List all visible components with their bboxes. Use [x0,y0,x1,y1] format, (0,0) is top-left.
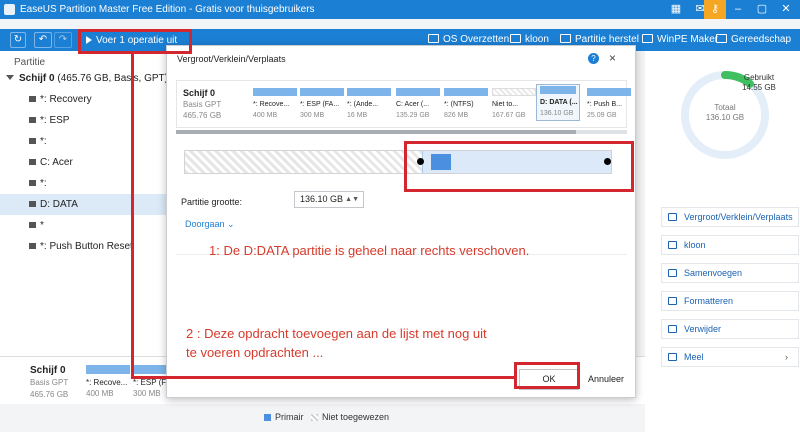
annotation-box-ok [514,362,580,389]
partition-icon [29,159,36,165]
partition-icon [29,180,36,186]
undo-button[interactable]: ↶ [34,32,52,48]
dialog-disk-info: Schijf 0 Basis GPT 465.76 GB [183,88,222,120]
resize-icon [668,213,677,221]
winpe-icon [642,34,653,43]
advanced-link[interactable]: Doorgaan ⌄ [185,219,235,230]
partition-icon [29,96,36,102]
partition-item[interactable]: *: Push Button Reset [0,236,166,257]
disk-info: Schijf 0 Basis GPT 465.76 GB [30,365,69,399]
tools-icon [716,34,727,43]
dialog-partition-unallocated[interactable]: Niet to... 167.67 GB [492,88,536,121]
delete-action[interactable]: Verwijder [661,319,799,339]
partition-size-input[interactable]: 136.10 GB ▲▼ [294,191,364,208]
partition-icon [29,138,36,144]
clone-action[interactable]: kloon [661,235,799,255]
tools-menu[interactable]: Gereedschap [716,33,791,47]
dialog-partition[interactable]: *: (NTFS) 826 MB [444,88,488,121]
annotation-note-1: 1: De D:DATA partitie is geheel naar rec… [209,243,530,258]
used-label: Gebruikt 14.55 GB [742,73,776,92]
partition-list-panel: Partitie Schijf 0 (465.76 GB, Basis, GPT… [0,51,168,361]
dialog-partition[interactable]: C: Acer (... 135.29 GB [396,88,440,121]
unallocated-bar [492,88,536,96]
partition-bar [587,88,631,96]
close-button[interactable]: ✕ [774,0,798,19]
refresh-button[interactable]: ↻ [10,32,26,48]
app-logo-icon [4,4,15,15]
dialog-partition[interactable]: *: ESP (FA... 300 MB [300,88,344,121]
partition-icon [29,243,36,249]
annotation-note-2-line2: te voeren opdrachten ... [186,345,324,360]
collapse-icon [6,75,14,80]
clone-icon [668,241,677,249]
partition-bar [347,88,391,96]
partition-bar [396,88,440,96]
partition-column-header: Partitie [14,57,46,68]
annotation-box-ops [78,29,192,54]
os-migrate-icon [428,34,439,43]
partition-item[interactable]: *: [0,173,166,194]
resize-move-action[interactable]: Vergroot/Verklein/Verplaats [661,207,799,227]
maximize-button[interactable]: ▢ [750,0,774,19]
annotation-connector [131,376,516,379]
partition-icon [29,201,36,207]
scrollbar-thumb[interactable] [176,130,576,134]
primary-swatch [264,414,271,421]
partition-size-label: Partitie grootte: [181,197,243,207]
horizontal-scrollbar[interactable] [176,130,627,134]
partition-bar [300,88,344,96]
legend: Primair Niet toegewezen [264,412,389,422]
dialog-partition[interactable]: *: Recove... 400 MB [253,88,297,121]
partition-bar [540,86,576,94]
partition-item[interactable]: * [0,215,166,236]
chevron-right-icon: › [785,352,788,362]
merge-action[interactable]: Samenvoegen [661,263,799,283]
more-icon [668,353,677,361]
partition-bar [253,88,297,96]
annotation-connector [131,52,134,379]
chevron-down-icon: ⌄ [227,219,235,229]
recovery-icon [560,34,571,43]
minimize-button[interactable]: – [726,0,750,19]
annotation-box-resize [404,141,634,192]
partition-bar [444,88,488,96]
key-icon[interactable]: ⚷ [704,0,726,19]
format-icon [668,297,677,305]
clone-icon [510,34,521,43]
cancel-button[interactable]: Annuleer [581,369,631,390]
dialog-title: Vergroot/Verklein/Verplaats [177,54,286,64]
partition-bar [86,365,130,374]
close-icon[interactable]: × [609,51,616,65]
delete-icon [668,325,677,333]
dialog-partition[interactable]: *: Push B... 25.09 GB [587,88,631,121]
partition-item[interactable]: *: Recovery [0,89,166,110]
spinner-icon[interactable]: ▲▼ [345,192,359,207]
usage-ring: Gebruikt 14.55 GB Totaal 136.10 GB [675,65,776,165]
more-action[interactable]: Meel › [661,347,799,367]
help-icon[interactable]: ? [588,53,599,64]
redo-button[interactable]: ↷ [54,32,72,48]
right-panel: Gebruikt 14.55 GB Totaal 136.10 GB Vergroo… [645,51,800,432]
partition-icon [29,222,36,228]
grid-icon[interactable]: ▦ [664,0,688,19]
disk-header[interactable]: Schijf 0 (465.76 GB, Basis, GPT) [6,73,168,84]
partition-icon [29,117,36,123]
format-action[interactable]: Formatteren [661,291,799,311]
disk-map-partition[interactable]: *: Recove... 400 MB [86,365,130,399]
dialog-disk-map: Schijf 0 Basis GPT 465.76 GB *: Recove..… [176,80,631,128]
window-title: EaseUS Partition Master Free Edition - G… [20,4,315,15]
total-label: Totaal 136.10 GB [705,103,745,122]
dialog-partition-selected[interactable]: D: DATA (... 136.10 GB [536,84,580,121]
dialog-partition[interactable]: *: (Ande... 16 MB [347,88,391,121]
partition-item[interactable]: *: ESP [0,110,166,131]
partition-item[interactable]: C: Acer [0,152,166,173]
partition-item-selected[interactable]: D: DATA [0,194,166,215]
annotation-note-2-line1: 2 : Deze opdracht toevoegen aan de lijst… [186,326,487,341]
unallocated-swatch [311,414,319,421]
title-bar: EaseUS Partition Master Free Edition - G… [0,0,800,19]
partition-item[interactable]: *: [0,131,166,152]
merge-icon [668,269,677,277]
winpe-tool[interactable]: WinPE Maker [642,33,718,47]
